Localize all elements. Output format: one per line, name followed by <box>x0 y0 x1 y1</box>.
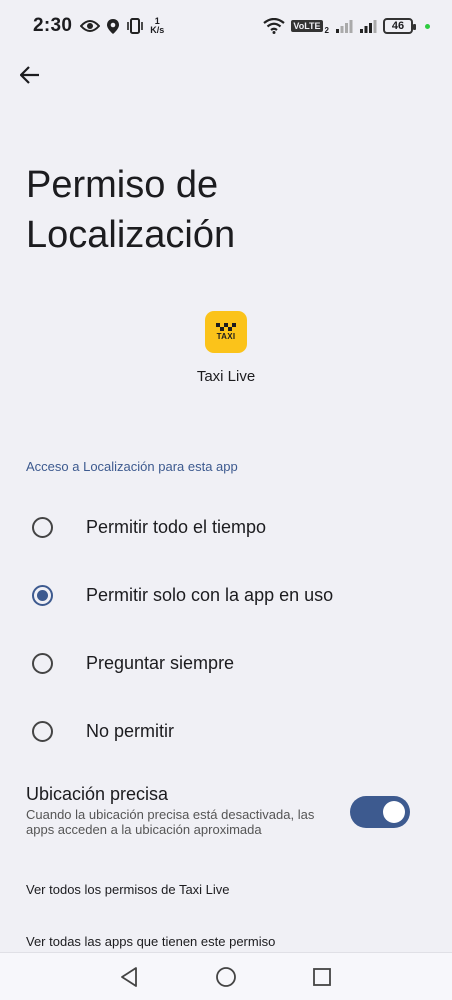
arrow-left-icon <box>20 66 39 84</box>
app-icon-label: TAXI <box>216 332 236 341</box>
net-speed: 1 K/s <box>150 17 164 35</box>
privacy-indicator-dot <box>425 23 430 29</box>
option-dont-allow[interactable]: No permitir <box>0 700 452 762</box>
precise-location-toggle[interactable] <box>350 796 410 828</box>
page-title-line1: Permiso de <box>26 164 219 206</box>
radio-button[interactable] <box>32 652 53 674</box>
back-button[interactable] <box>14 59 46 91</box>
volte-sim: 2 <box>324 25 329 35</box>
volte-badge: VoLTE <box>291 20 323 32</box>
radio-selected-dot <box>37 589 48 601</box>
vibrate-icon <box>127 18 144 34</box>
section-header: Acceso a Localización para esta app <box>26 459 238 474</box>
precise-location-row[interactable]: Ubicación precisa Cuando la ubicación pr… <box>26 784 426 844</box>
eye-icon <box>80 20 101 32</box>
option-allow-while-in-use[interactable]: Permitir solo con la app en uso <box>0 564 452 626</box>
option-label: No permitir <box>86 720 175 741</box>
signal-weak-icon <box>336 20 353 33</box>
battery-level: 46 <box>391 20 405 32</box>
status-right-icons: VoLTE 2 46 <box>263 18 430 35</box>
triangle-back-icon[interactable] <box>117 965 141 989</box>
app-name: Taxi Live <box>196 368 256 385</box>
net-speed-unit: K/s <box>150 25 165 35</box>
option-allow-all-the-time[interactable]: Permitir todo el tiempo <box>0 496 452 558</box>
signal-strong-icon <box>360 20 377 33</box>
status-bar: 2:30 1 K/s VoLTE 2 46 <box>0 0 452 52</box>
precise-location-description: Cuando la ubicación precisa está desacti… <box>26 807 315 837</box>
navigation-bar <box>0 952 452 1000</box>
link-all-permissions[interactable]: Ver todos los permisos de Taxi Live <box>26 882 230 897</box>
status-left-icons: 1 K/s <box>80 17 164 35</box>
wifi-icon <box>263 18 286 34</box>
page-title-line2: Localización <box>26 214 236 256</box>
square-recents-icon[interactable] <box>310 965 334 989</box>
radio-button[interactable] <box>32 720 53 742</box>
app-icon: TAXI <box>205 311 247 353</box>
radio-button[interactable] <box>32 516 53 538</box>
radio-button-selected[interactable] <box>32 584 53 606</box>
option-label: Permitir todo el tiempo <box>86 516 267 537</box>
location-icon <box>107 18 120 34</box>
option-ask-every-time[interactable]: Preguntar siempre <box>0 632 452 694</box>
page-title: Permiso de Localización <box>26 160 426 260</box>
option-label: Preguntar siempre <box>86 652 235 673</box>
status-time: 2:30 <box>33 15 73 36</box>
circle-home-icon[interactable] <box>214 965 238 989</box>
toggle-knob <box>383 801 405 823</box>
battery-icon: 46 <box>383 18 416 34</box>
link-all-apps-with-permission[interactable]: Ver todas las apps que tienen este permi… <box>26 934 275 949</box>
checkered-taxi-sign-icon <box>216 323 236 331</box>
option-label: Permitir solo con la app en uso <box>86 584 334 605</box>
